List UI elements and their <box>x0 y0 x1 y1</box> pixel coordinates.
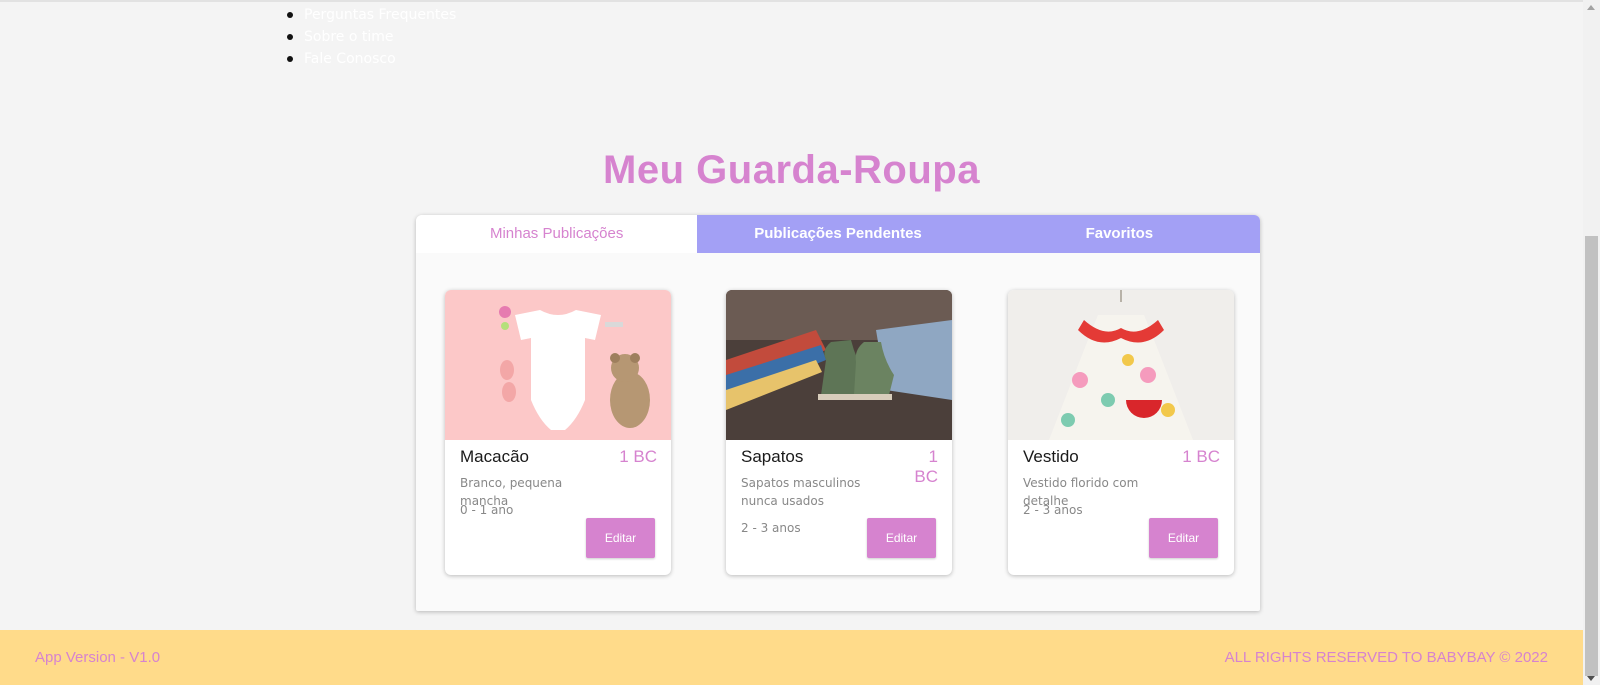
edit-button[interactable]: Editar <box>1149 518 1218 558</box>
tab-pending-publications[interactable]: Publicações Pendentes <box>697 215 979 253</box>
product-card-macacao: Macacão 1 BC Branco, pequena mancha 0 - … <box>445 290 671 575</box>
scrollbar-thumb[interactable] <box>1585 236 1598 676</box>
nav-list: Perguntas Frequentes Sobre o time Fale C… <box>284 4 456 70</box>
page-title: Meu Guarda-Roupa <box>603 148 980 192</box>
nav-item-faq[interactable]: Perguntas Frequentes <box>284 4 456 26</box>
card-image <box>726 290 952 440</box>
card-title: Sapatos <box>741 447 804 466</box>
tab-my-publications[interactable]: Minhas Publicações <box>416 215 698 253</box>
scroll-up-arrow-icon[interactable] <box>1587 5 1595 10</box>
top-divider <box>0 0 1583 2</box>
vertical-scrollbar[interactable] <box>1583 0 1600 685</box>
card-age-range: 2 - 3 anos <box>741 521 801 535</box>
copyright-text: ALL RIGHTS RESERVED TO BABYBAY © 2022 <box>1224 649 1548 666</box>
tab-favorites[interactable]: Favoritos <box>978 215 1260 253</box>
footer: App Version - V1.0 ALL RIGHTS RESERVED T… <box>0 630 1583 685</box>
tab-bar: Minhas Publicações Publicações Pendentes… <box>416 215 1260 253</box>
card-image <box>445 290 671 440</box>
card-image <box>1008 290 1234 440</box>
card-description: Sapatos masculinos nunca usados <box>741 476 861 508</box>
card-price: 1 BC <box>914 447 938 486</box>
edit-button[interactable]: Editar <box>586 518 655 558</box>
shoes-photo <box>726 290 952 440</box>
card-price: 1 BC <box>1182 447 1220 466</box>
scroll-down-arrow-icon[interactable] <box>1587 676 1595 681</box>
card-age-range: 2 - 3 anos <box>1023 503 1083 517</box>
app-version: App Version - V1.0 <box>35 649 161 666</box>
card-title: Vestido <box>1023 447 1079 466</box>
nav-item-team[interactable]: Sobre o time <box>284 26 456 48</box>
product-card-sapatos: Sapatos 1 BC Sapatos masculinos nunca us… <box>726 290 952 575</box>
card-age-range: 0 - 1 ano <box>460 503 514 517</box>
nav-item-contact[interactable]: Fale Conosco <box>284 48 456 70</box>
bodysuit-photo <box>445 290 671 440</box>
edit-button[interactable]: Editar <box>867 518 936 558</box>
card-price: 1 BC <box>619 447 657 466</box>
product-card-vestido: Vestido 1 BC Vestido florido com detalhe… <box>1008 290 1234 575</box>
card-title: Macacão <box>460 447 529 466</box>
dress-photo <box>1008 290 1234 440</box>
